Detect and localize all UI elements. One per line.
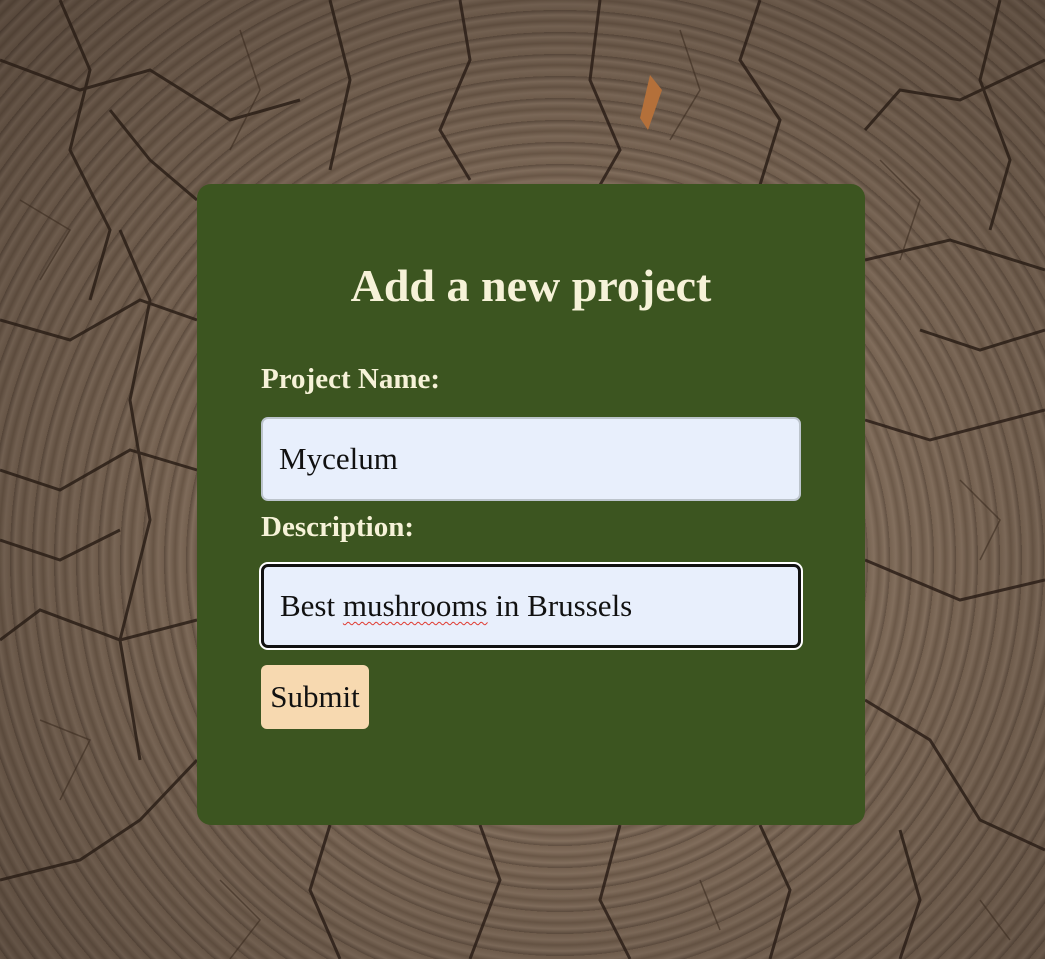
page-title: Add a new project: [350, 260, 712, 311]
project-name-label: Project Name:: [261, 363, 440, 395]
leaf-fragment-icon: [640, 75, 662, 130]
description-value: Best mushrooms in Brussels: [280, 588, 633, 623]
project-name-value: Mycelum: [279, 441, 398, 476]
project-name-input[interactable]: Mycelum: [261, 417, 801, 501]
spellcheck-flagged-word: mushrooms: [342, 588, 488, 623]
submit-button[interactable]: Submit: [261, 665, 369, 729]
description-input[interactable]: Best mushrooms in Brussels: [261, 564, 801, 648]
description-label: Description:: [261, 511, 415, 543]
new-project-card: Add a new project Project Name: Mycelum …: [197, 184, 865, 825]
